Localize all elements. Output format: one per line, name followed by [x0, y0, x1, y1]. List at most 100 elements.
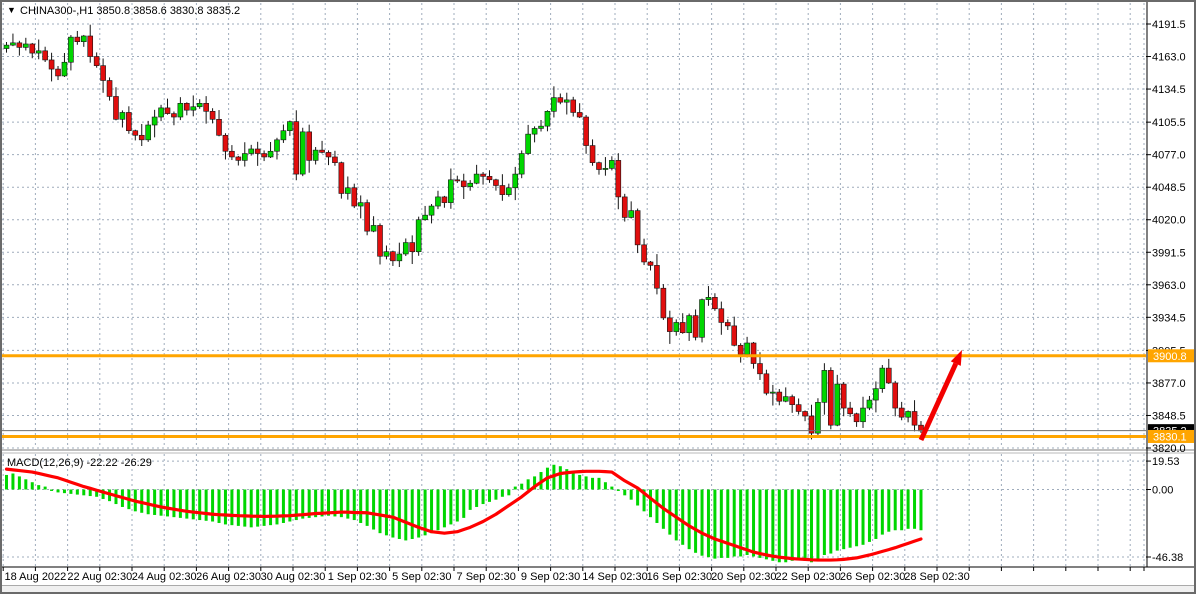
candle-down[interactable]: [101, 66, 106, 81]
candle-up[interactable]: [281, 131, 286, 140]
candle-up[interactable]: [287, 122, 292, 131]
candle-down[interactable]: [680, 322, 685, 332]
candle-down[interactable]: [719, 309, 724, 323]
candle-up[interactable]: [745, 343, 750, 354]
candle-down[interactable]: [139, 135, 144, 140]
candle-up[interactable]: [783, 397, 788, 402]
candle-up[interactable]: [532, 128, 537, 134]
candle-down[interactable]: [642, 245, 647, 262]
candle-up[interactable]: [146, 125, 151, 140]
candle-down[interactable]: [410, 243, 415, 252]
candle-up[interactable]: [403, 243, 408, 254]
candle-up[interactable]: [178, 103, 183, 117]
candle-down[interactable]: [500, 185, 505, 194]
candle-up[interactable]: [249, 149, 254, 154]
candle-up[interactable]: [429, 206, 434, 215]
candle-down[interactable]: [217, 119, 222, 135]
candle-down[interactable]: [487, 176, 492, 179]
candle-down[interactable]: [339, 163, 344, 194]
candle-up[interactable]: [197, 103, 202, 106]
candle-up[interactable]: [815, 402, 820, 433]
candle-down[interactable]: [584, 117, 589, 146]
candle-down[interactable]: [307, 132, 312, 161]
candle-down[interactable]: [171, 114, 176, 117]
candle-down[interactable]: [442, 197, 447, 203]
candle-up[interactable]: [474, 174, 479, 183]
candle-up[interactable]: [629, 211, 634, 218]
candle-up[interactable]: [62, 62, 67, 76]
candle-up[interactable]: [423, 215, 428, 220]
candle-down[interactable]: [661, 288, 666, 318]
candle-down[interactable]: [764, 374, 769, 393]
candle-up[interactable]: [36, 51, 41, 53]
candle-up[interactable]: [416, 220, 421, 252]
candle-up[interactable]: [687, 316, 692, 333]
candle-up[interactable]: [23, 44, 28, 47]
candle-down[interactable]: [326, 152, 331, 157]
candle-up[interactable]: [706, 297, 711, 299]
candle-down[interactable]: [596, 163, 601, 170]
candle-down[interactable]: [493, 180, 498, 186]
candle-down[interactable]: [75, 37, 80, 42]
candle-down[interactable]: [133, 131, 138, 136]
candle-up[interactable]: [906, 411, 911, 417]
candle-down[interactable]: [751, 343, 756, 364]
candle-down[interactable]: [236, 157, 241, 160]
candle-down[interactable]: [113, 96, 118, 119]
candle-down[interactable]: [654, 265, 659, 288]
candle-up[interactable]: [68, 37, 73, 62]
candle-down[interactable]: [558, 98, 563, 103]
candle-up[interactable]: [371, 225, 376, 231]
candle-down[interactable]: [56, 69, 61, 76]
candle-down[interactable]: [790, 397, 795, 405]
candle-down[interactable]: [204, 103, 209, 111]
candle-down[interactable]: [854, 414, 859, 422]
candle-down[interactable]: [828, 370, 833, 425]
candle-down[interactable]: [229, 151, 234, 157]
symbol-dropdown-icon[interactable]: ▼: [7, 5, 16, 15]
candle-down[interactable]: [712, 297, 717, 308]
candle-down[interactable]: [262, 154, 267, 157]
candle-up[interactable]: [345, 188, 350, 194]
candle-up[interactable]: [268, 151, 273, 157]
candle-down[interactable]: [899, 408, 904, 417]
price-chart-canvas[interactable]: 4191.54163.04134.54105.54077.04048.54020…: [0, 0, 1196, 594]
candle-down[interactable]: [622, 197, 627, 218]
candle-up[interactable]: [300, 132, 305, 174]
candle-up[interactable]: [506, 188, 511, 195]
candle-up[interactable]: [551, 98, 556, 112]
candle-up[interactable]: [242, 154, 247, 161]
candle-up[interactable]: [313, 150, 318, 160]
candle-up[interactable]: [861, 408, 866, 422]
candle-up[interactable]: [4, 45, 9, 48]
candle-down[interactable]: [693, 316, 698, 338]
candle-down[interactable]: [667, 318, 672, 332]
candle-down[interactable]: [803, 411, 808, 416]
candle-down[interactable]: [390, 252, 395, 261]
candle-down[interactable]: [635, 211, 640, 245]
candle-down[interactable]: [17, 43, 22, 48]
candle-down[interactable]: [648, 262, 653, 265]
candle-down[interactable]: [210, 111, 215, 119]
candle-down[interactable]: [320, 150, 325, 152]
candle-down[interactable]: [184, 103, 189, 110]
candle-down[interactable]: [886, 368, 891, 383]
candle-down[interactable]: [796, 405, 801, 412]
candle-down[interactable]: [107, 80, 112, 96]
candle-down[interactable]: [481, 174, 486, 176]
candle-up[interactable]: [674, 322, 679, 331]
candle-up[interactable]: [384, 252, 389, 257]
candle-up[interactable]: [191, 107, 196, 110]
candle-down[interactable]: [777, 392, 782, 401]
candle-up[interactable]: [435, 197, 440, 206]
candle-down[interactable]: [30, 44, 35, 53]
candle-down[interactable]: [461, 181, 466, 187]
candle-down[interactable]: [738, 345, 743, 354]
candle-up[interactable]: [539, 126, 544, 128]
candle-down[interactable]: [43, 51, 48, 60]
candle-up[interactable]: [10, 43, 15, 45]
candle-down[interactable]: [49, 60, 54, 69]
candle-up[interactable]: [873, 389, 878, 400]
candle-down[interactable]: [918, 425, 923, 431]
candle-down[interactable]: [577, 112, 582, 117]
